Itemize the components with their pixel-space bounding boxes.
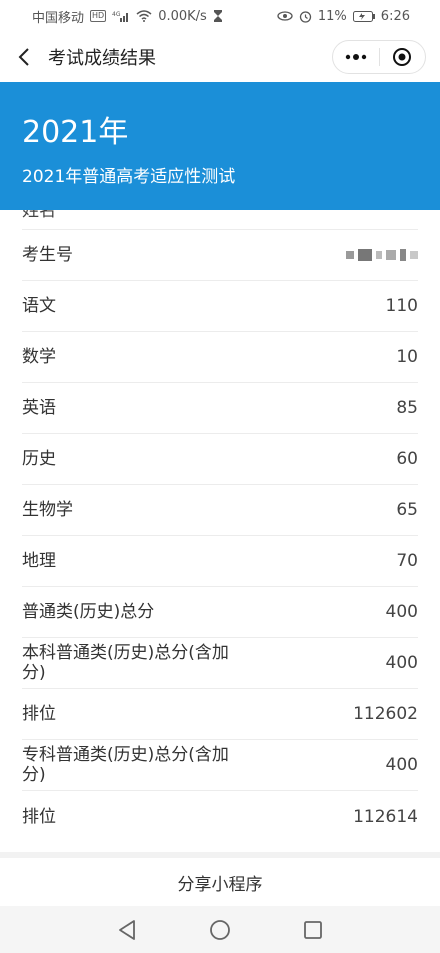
score-row: 历史 60 — [22, 434, 418, 485]
score-row: 生物学 65 — [22, 485, 418, 536]
score-row: 地理 70 — [22, 536, 418, 587]
mini-program-capsule — [332, 40, 426, 74]
back-button[interactable] — [0, 32, 48, 82]
clock-time: 6:26 — [380, 8, 410, 24]
score-row: 语文 110 — [22, 281, 418, 332]
system-back-button[interactable] — [107, 910, 147, 950]
row-label: 普通类(历史)总分 — [22, 602, 155, 622]
result-banner: 2021年 2021年普通高考适应性测试 — [0, 82, 440, 210]
row-value: 400 — [385, 755, 418, 775]
hourglass-icon — [213, 10, 223, 22]
row-value: 112614 — [353, 806, 418, 827]
nav-bar: 考试成绩结果 — [0, 32, 440, 82]
share-label: 分享小程序 — [177, 874, 263, 895]
row-value: 112602 — [353, 704, 418, 724]
row-label: 数学 — [22, 347, 56, 367]
carrier-label: 中国移动 — [32, 10, 85, 26]
row-label: 本科普通类(历史)总分(含加分) — [22, 643, 229, 683]
name-row-partial: 姓名 *** — [22, 210, 418, 230]
network-speed: 0.00K/s — [158, 8, 207, 24]
score-row: 排位 112614 — [22, 791, 418, 842]
share-mini-program-button[interactable]: 分享小程序 — [0, 852, 440, 906]
battery-icon — [352, 10, 375, 22]
score-list: 姓名 *** 考生号 语文 110 数学 10 英语 85 — [0, 210, 440, 842]
row-value: 70 — [396, 551, 418, 571]
row-value: *** — [393, 210, 419, 216]
system-nav-bar — [0, 906, 440, 953]
row-label: 专科普通类(历史)总分(含加分) — [22, 745, 229, 785]
circle-home-icon — [210, 919, 230, 940]
row-label: 排位 — [22, 806, 56, 827]
row-value: 10 — [396, 347, 418, 367]
row-label: 语文 — [22, 296, 56, 316]
row-label: 考生号 — [22, 245, 73, 265]
row-value: 400 — [385, 602, 418, 622]
more-dots-icon — [345, 54, 366, 60]
page-title: 考试成绩结果 — [48, 48, 156, 69]
row-value: 65 — [396, 500, 418, 520]
score-row: 普通类(历史)总分 400 — [22, 587, 418, 638]
row-label: 历史 — [22, 449, 56, 469]
row-value: 60 — [396, 449, 418, 469]
score-row: 英语 85 — [22, 383, 418, 434]
score-row: 本科普通类(历史)总分(含加分) 400 — [22, 638, 418, 689]
page: 中国移动 HD 4G 0.00K/s 11% 6:26 考试成绩结果 2021年… — [0, 0, 440, 953]
row-label: 排位 — [22, 704, 56, 724]
banner-year: 2021年 — [22, 115, 129, 150]
hd-badge: HD — [90, 10, 107, 22]
row-value: 110 — [385, 296, 418, 316]
signal-label: 4G — [112, 11, 121, 18]
signal-icon: 4G — [112, 10, 130, 22]
row-label: 英语 — [22, 398, 56, 418]
status-bar: 中国移动 HD 4G 0.00K/s 11% 6:26 — [0, 0, 440, 32]
eye-icon — [277, 11, 293, 21]
alarm-icon — [299, 10, 312, 23]
battery-percent: 11% — [317, 8, 347, 24]
row-value: 400 — [385, 653, 418, 673]
row-label: 姓名 — [22, 210, 56, 221]
redacted-candidate-id — [346, 249, 418, 261]
row-value: 85 — [396, 398, 418, 418]
row-label: 地理 — [22, 551, 56, 571]
system-home-button[interactable] — [200, 910, 240, 950]
square-recents-icon — [304, 920, 323, 939]
score-row-candidate-id: 考生号 — [22, 230, 418, 281]
score-row: 数学 10 — [22, 332, 418, 383]
more-button[interactable] — [333, 41, 379, 73]
score-row: 排位 112602 — [22, 689, 418, 740]
wifi-icon — [136, 10, 152, 22]
row-label: 生物学 — [22, 500, 73, 520]
status-left: 中国移动 HD 4G 0.00K/s — [32, 7, 223, 26]
close-mini-program-button[interactable] — [379, 41, 425, 73]
system-recents-button[interactable] — [293, 910, 333, 950]
chevron-left-icon — [18, 48, 29, 66]
triangle-back-icon — [118, 919, 135, 940]
score-row: 专科普通类(历史)总分(含加分) 400 — [22, 740, 418, 791]
status-right: 11% 6:26 — [277, 9, 410, 24]
banner-subtitle: 2021年普通高考适应性测试 — [22, 167, 236, 187]
target-close-icon — [393, 48, 412, 66]
